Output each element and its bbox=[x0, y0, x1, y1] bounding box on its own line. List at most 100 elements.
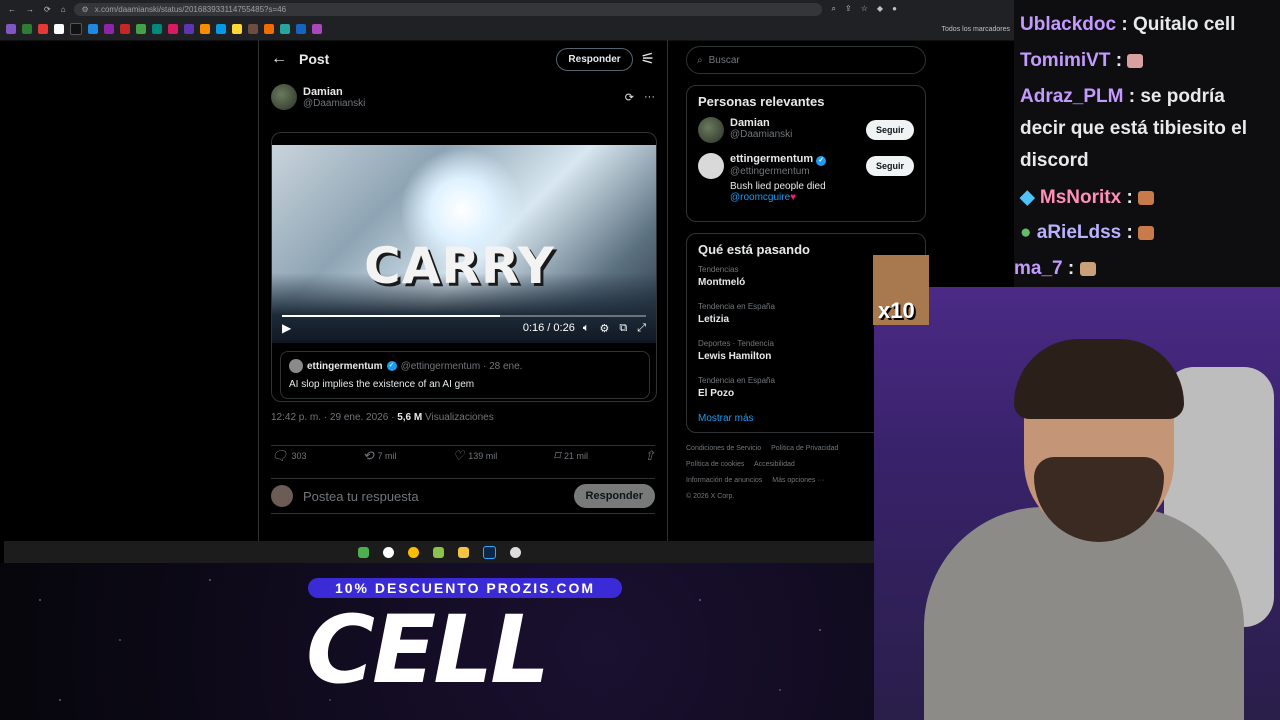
bookmark-icon[interactable] bbox=[88, 24, 98, 34]
bookmarks-folder[interactable]: Todos los marcadores bbox=[942, 26, 1010, 33]
bookmark-icon[interactable] bbox=[136, 24, 146, 34]
bookmark-icon[interactable] bbox=[200, 24, 210, 34]
person-bio: Bush lied people died @roomcguire♥ bbox=[730, 181, 866, 203]
bookmark-icon[interactable] bbox=[312, 24, 322, 34]
chat-message: discord bbox=[1020, 150, 1089, 172]
video-player[interactable]: CARRY ▶ 0:16 / 0:26 🔈︎ ⚙ ⧉ ⤢ bbox=[272, 145, 656, 343]
footer-link[interactable]: Más opciones ··· bbox=[772, 477, 824, 484]
bookmark-icon[interactable] bbox=[104, 24, 114, 34]
bookmark-icon[interactable] bbox=[22, 24, 32, 34]
quoted-post[interactable]: ettingermentum ✓ @ettingermentum · 28 en… bbox=[280, 351, 650, 399]
extension-icon[interactable]: ◆ bbox=[877, 4, 883, 14]
pip-icon[interactable]: ⧉ bbox=[619, 322, 627, 335]
bookmark-icon[interactable] bbox=[152, 24, 162, 34]
emote-icon bbox=[1079, 261, 1096, 276]
person-handle: @Daamianski bbox=[730, 129, 793, 140]
bookmark-icon[interactable] bbox=[120, 24, 130, 34]
app-icon[interactable] bbox=[432, 546, 444, 558]
video-time: 0:16 / 0:26 bbox=[522, 322, 575, 334]
reply-input[interactable]: Postea tu respuesta bbox=[303, 489, 574, 504]
app-icon[interactable] bbox=[382, 546, 394, 558]
bookmark-icon[interactable] bbox=[70, 23, 82, 35]
footer-link[interactable]: Condiciones de Servicio bbox=[686, 445, 761, 452]
post-author: Damian @Daamianski ⟳ ··· bbox=[259, 78, 667, 116]
badge-icon: ● bbox=[1020, 222, 1032, 243]
star-icon[interactable]: ☆ bbox=[861, 4, 868, 14]
repost-action[interactable]: ⟲ 7 mil bbox=[363, 446, 397, 464]
chat-user: Adraz_PLM bbox=[1020, 86, 1124, 107]
share-icon: ⇧ bbox=[644, 448, 655, 463]
bookmark-icon[interactable] bbox=[168, 24, 178, 34]
reply-count: 303 bbox=[291, 451, 307, 461]
filter-icon[interactable]: ⚟ bbox=[641, 49, 655, 69]
chat-user: MsNoritx bbox=[1039, 187, 1122, 208]
photoshop-icon[interactable] bbox=[482, 545, 496, 559]
more-icon[interactable]: ··· bbox=[644, 91, 655, 104]
settings-icon[interactable]: ⚙ bbox=[599, 322, 609, 335]
chat-user: ma_7 bbox=[1014, 258, 1063, 279]
bookmark-icon[interactable] bbox=[38, 24, 48, 34]
bookmark-icon[interactable] bbox=[264, 24, 274, 34]
play-icon[interactable]: ▶ bbox=[282, 321, 291, 335]
bookmark-action[interactable]: ⌑ 21 mil bbox=[553, 446, 588, 464]
bookmark-icon[interactable] bbox=[216, 24, 226, 34]
bookmark-icon[interactable] bbox=[248, 24, 258, 34]
volume-icon[interactable]: 🔈︎ bbox=[583, 322, 590, 335]
app-icon[interactable] bbox=[509, 546, 521, 558]
fullscreen-icon[interactable]: ⤢ bbox=[637, 322, 646, 335]
bookmark-icon[interactable] bbox=[232, 24, 242, 34]
folder-icon[interactable] bbox=[457, 546, 469, 558]
follow-button[interactable]: Seguir bbox=[865, 156, 914, 176]
video-progress-fill bbox=[282, 315, 501, 317]
bookmarks-bar: Todos los marcadores bbox=[0, 18, 1014, 41]
share-action[interactable]: ⇧ bbox=[644, 446, 655, 464]
footer-link[interactable]: Accesibilidad bbox=[754, 461, 795, 468]
share-icon[interactable]: ⇪ bbox=[845, 4, 852, 14]
author-name[interactable]: Damian bbox=[303, 86, 365, 98]
app-icon[interactable] bbox=[357, 546, 369, 558]
chat-text: decir que está tibiesito el bbox=[1020, 118, 1248, 139]
post-meta: 12:42 p. m. · 29 ene. 2026 · 5,6 M Visua… bbox=[271, 412, 494, 423]
video-progress-bar[interactable] bbox=[282, 315, 646, 317]
taskbar bbox=[4, 541, 874, 563]
bookmark-icon[interactable] bbox=[6, 24, 16, 34]
person-item[interactable]: Damian @Daamianski Seguir bbox=[698, 117, 914, 143]
reply-button[interactable]: Responder bbox=[573, 484, 655, 508]
reload-icon[interactable]: ⟳ bbox=[44, 5, 51, 14]
post-timestamp[interactable]: 12:42 p. m. · 29 ene. 2026 · bbox=[271, 412, 394, 423]
bookmark-icon[interactable] bbox=[54, 24, 64, 34]
respond-button[interactable]: Responder bbox=[556, 47, 633, 71]
home-icon[interactable]: ⌂ bbox=[61, 5, 66, 14]
chat-message: TomimiVT : bbox=[1020, 50, 1144, 72]
search-input[interactable]: ⌕ Buscar bbox=[686, 46, 926, 74]
video-overlay-text: CARRY bbox=[364, 237, 555, 295]
post-column: ← Post Responder ⚟ Damian @Daamianski ⟳ … bbox=[258, 40, 668, 563]
avatar bbox=[271, 485, 293, 507]
views-label: Visualizaciones bbox=[425, 412, 494, 423]
avatar[interactable] bbox=[271, 84, 297, 110]
address-bar[interactable]: ⚙ x.com/daamianski/status/20168393311475… bbox=[73, 2, 822, 16]
bookmark-icon[interactable] bbox=[184, 24, 194, 34]
chrome-icon[interactable] bbox=[407, 546, 419, 558]
bio-link[interactable]: @roomcguire bbox=[730, 192, 790, 203]
search-icon: ⌕ bbox=[697, 54, 703, 66]
avatar bbox=[698, 117, 724, 143]
panel-title: Personas relevantes bbox=[698, 94, 825, 109]
footer-link[interactable]: Política de cookies bbox=[686, 461, 744, 468]
bookmark-icon[interactable] bbox=[296, 24, 306, 34]
footer-link[interactable]: Política de Privacidad bbox=[771, 445, 838, 452]
site-info-icon[interactable]: ⚙ bbox=[82, 5, 89, 14]
back-icon[interactable]: ← bbox=[8, 5, 16, 14]
like-action[interactable]: ♡ 139 mil bbox=[453, 446, 498, 464]
person-item[interactable]: ettingermentum ✓ @ettingermentum Bush li… bbox=[698, 153, 914, 203]
forward-icon[interactable]: → bbox=[26, 5, 34, 14]
profile-icon[interactable]: ● bbox=[892, 4, 897, 14]
footer-link[interactable]: Información de anuncios bbox=[686, 477, 762, 484]
reply-action[interactable]: 🗨︎ 303 bbox=[271, 446, 307, 464]
grok-icon[interactable]: ⟳ bbox=[625, 91, 634, 104]
author-handle[interactable]: @Daamianski bbox=[303, 98, 365, 109]
follow-button[interactable]: Seguir bbox=[865, 120, 914, 140]
back-arrow-icon[interactable]: ← bbox=[271, 50, 299, 68]
zoom-icon[interactable]: ⌕ bbox=[832, 4, 836, 14]
bookmark-icon[interactable] bbox=[280, 24, 290, 34]
